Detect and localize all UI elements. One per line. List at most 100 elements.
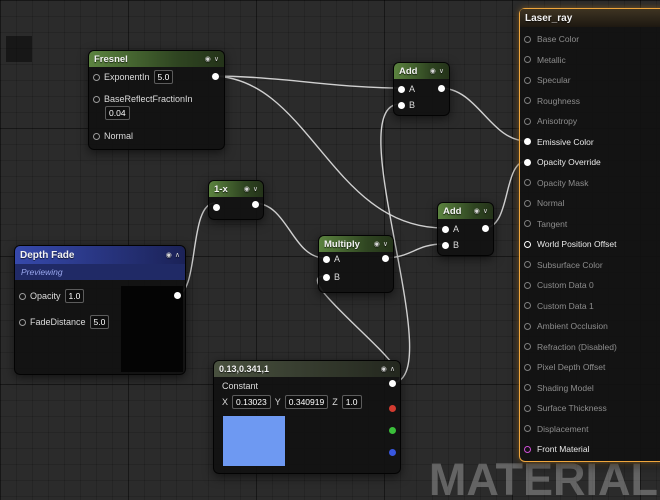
one-minus-x-output-pin[interactable] [252, 201, 259, 208]
input-pin-icon[interactable] [524, 384, 531, 391]
preview-toggle-icon[interactable]: ◉ [474, 207, 480, 215]
input-pin-icon[interactable] [524, 241, 531, 248]
add-output-pin[interactable] [482, 225, 489, 232]
constant-rgb-output-pin[interactable] [389, 380, 396, 387]
material-input-front-material[interactable]: Front Material [520, 439, 660, 460]
input-pin-icon[interactable] [524, 56, 531, 63]
depth-fade-header[interactable]: Depth Fade ◉ ∧ [15, 246, 185, 264]
input-pin-icon[interactable] [442, 242, 449, 249]
collapse-chevron-icon[interactable]: ∨ [483, 207, 488, 215]
input-pin-icon[interactable] [524, 323, 531, 330]
opacity-value[interactable]: 1.0 [65, 289, 85, 303]
material-input-refraction[interactable]: Refraction (Disabled) [520, 337, 660, 358]
input-pin-icon[interactable] [398, 86, 405, 93]
input-pin-icon[interactable] [19, 319, 26, 326]
input-pin-icon[interactable] [524, 77, 531, 84]
input-pin-icon[interactable] [524, 282, 531, 289]
depth-fade-node[interactable]: Depth Fade ◉ ∧ Previewing Opacity 1.0 Fa… [14, 245, 186, 375]
input-pin-icon[interactable] [323, 274, 330, 281]
fresnel-node-header[interactable]: Fresnel ◉ ∨ [89, 51, 224, 67]
fade-distance-value[interactable]: 5.0 [90, 315, 110, 329]
material-input-tangent[interactable]: Tangent [520, 214, 660, 235]
material-result-node[interactable]: Laser_ray Base Color Metallic Specular R… [519, 8, 660, 462]
input-pin-icon[interactable] [93, 96, 100, 103]
material-input-surface-thickness[interactable]: Surface Thickness [520, 398, 660, 419]
fresnel-output-pin[interactable] [212, 73, 219, 80]
multiply-node[interactable]: Multiply ◉ ∨ A B [318, 235, 394, 293]
constant-r-output-pin[interactable] [389, 405, 396, 412]
preview-toggle-icon[interactable]: ◉ [166, 251, 172, 259]
depth-fade-output-pin[interactable] [174, 292, 181, 299]
material-input-specular[interactable]: Specular [520, 70, 660, 91]
input-pin-icon[interactable] [93, 74, 100, 81]
collapse-chevron-icon[interactable]: ∨ [383, 240, 388, 248]
input-pin-icon[interactable] [524, 405, 531, 412]
material-input-base-color[interactable]: Base Color [520, 29, 660, 50]
collapse-chevron-icon[interactable]: ∨ [214, 55, 219, 63]
constant3vector-node[interactable]: 0.13,0.341,1 ◉ ∧ Constant X 0.13023 Y 0.… [213, 360, 401, 474]
input-pin-icon[interactable] [93, 133, 100, 140]
collapse-chevron-icon[interactable]: ∨ [253, 185, 258, 193]
one-minus-x-header[interactable]: 1-x ◉ ∨ [209, 181, 263, 197]
input-pin-icon[interactable] [524, 179, 531, 186]
constant-g-output-pin[interactable] [389, 427, 396, 434]
material-input-anisotropy[interactable]: Anisotropy [520, 111, 660, 132]
material-node-header[interactable]: Laser_ray [520, 9, 660, 27]
x-value[interactable]: 0.13023 [232, 395, 271, 409]
add-node-header[interactable]: Add ◉ ∨ [438, 203, 493, 219]
input-pin-icon[interactable] [524, 302, 531, 309]
material-input-shading-model[interactable]: Shading Model [520, 378, 660, 399]
input-pin-icon[interactable] [524, 36, 531, 43]
input-pin-icon[interactable] [524, 261, 531, 268]
material-input-custom-data-1[interactable]: Custom Data 1 [520, 296, 660, 317]
add-output-pin[interactable] [438, 85, 445, 92]
one-minus-x-node[interactable]: 1-x ◉ ∨ [208, 180, 264, 220]
multiply-header[interactable]: Multiply ◉ ∨ [319, 236, 393, 252]
material-input-emissive-color[interactable]: Emissive Color [520, 132, 660, 153]
material-input-roughness[interactable]: Roughness [520, 91, 660, 112]
material-input-displacement[interactable]: Displacement [520, 419, 660, 440]
input-pin-icon[interactable] [213, 204, 220, 211]
collapse-chevron-icon[interactable]: ∨ [439, 67, 444, 75]
input-pin-icon[interactable] [19, 293, 26, 300]
material-input-opacity-override[interactable]: Opacity Override [520, 152, 660, 173]
z-value[interactable]: 1.0 [342, 395, 362, 409]
y-value[interactable]: 0.340919 [285, 395, 328, 409]
input-pin-icon[interactable] [524, 200, 531, 207]
constant-b-output-pin[interactable] [389, 449, 396, 456]
material-input-ambient-occlusion[interactable]: Ambient Occlusion [520, 316, 660, 337]
multiply-output-pin[interactable] [382, 255, 389, 262]
material-input-normal[interactable]: Normal [520, 193, 660, 214]
input-pin-icon[interactable] [442, 226, 449, 233]
preview-toggle-icon[interactable]: ◉ [205, 55, 211, 63]
input-pin-icon[interactable] [323, 256, 330, 263]
collapse-chevron-icon[interactable]: ∧ [390, 365, 395, 373]
add-node-header[interactable]: Add ◉ ∨ [394, 63, 449, 79]
preview-toggle-icon[interactable]: ◉ [430, 67, 436, 75]
input-pin-icon[interactable] [524, 364, 531, 371]
add-node-bottom[interactable]: Add ◉ ∨ A B [437, 202, 494, 256]
input-pin-icon[interactable] [524, 97, 531, 104]
material-input-metallic[interactable]: Metallic [520, 50, 660, 71]
material-input-subsurface-color[interactable]: Subsurface Color [520, 255, 660, 276]
material-input-world-position-offset[interactable]: World Position Offset [520, 234, 660, 255]
fresnel-node[interactable]: Fresnel ◉ ∨ ExponentIn 5.0 BaseReflectFr… [88, 50, 225, 150]
preview-toggle-icon[interactable]: ◉ [244, 185, 250, 193]
input-pin-icon[interactable] [524, 118, 531, 125]
collapse-chevron-icon[interactable]: ∧ [175, 251, 180, 259]
input-pin-icon[interactable] [524, 220, 531, 227]
constant-color-swatch[interactable] [222, 415, 286, 467]
material-graph-canvas[interactable]: MATERIAL Fresnel ◉ ∨ ExponentIn 5.0 Base… [0, 0, 660, 500]
exponent-in-value[interactable]: 5.0 [154, 70, 174, 84]
material-input-custom-data-0[interactable]: Custom Data 0 [520, 275, 660, 296]
input-pin-icon[interactable] [524, 343, 531, 350]
add-node-top[interactable]: Add ◉ ∨ A B [393, 62, 450, 116]
input-pin-icon[interactable] [398, 102, 405, 109]
constant-header[interactable]: 0.13,0.341,1 ◉ ∧ [214, 361, 400, 377]
preview-toggle-icon[interactable]: ◉ [374, 240, 380, 248]
base-reflect-value[interactable]: 0.04 [105, 106, 130, 120]
input-pin-icon[interactable] [524, 138, 531, 145]
preview-toggle-icon[interactable]: ◉ [381, 365, 387, 373]
input-pin-icon[interactable] [524, 425, 531, 432]
input-pin-icon[interactable] [524, 446, 531, 453]
